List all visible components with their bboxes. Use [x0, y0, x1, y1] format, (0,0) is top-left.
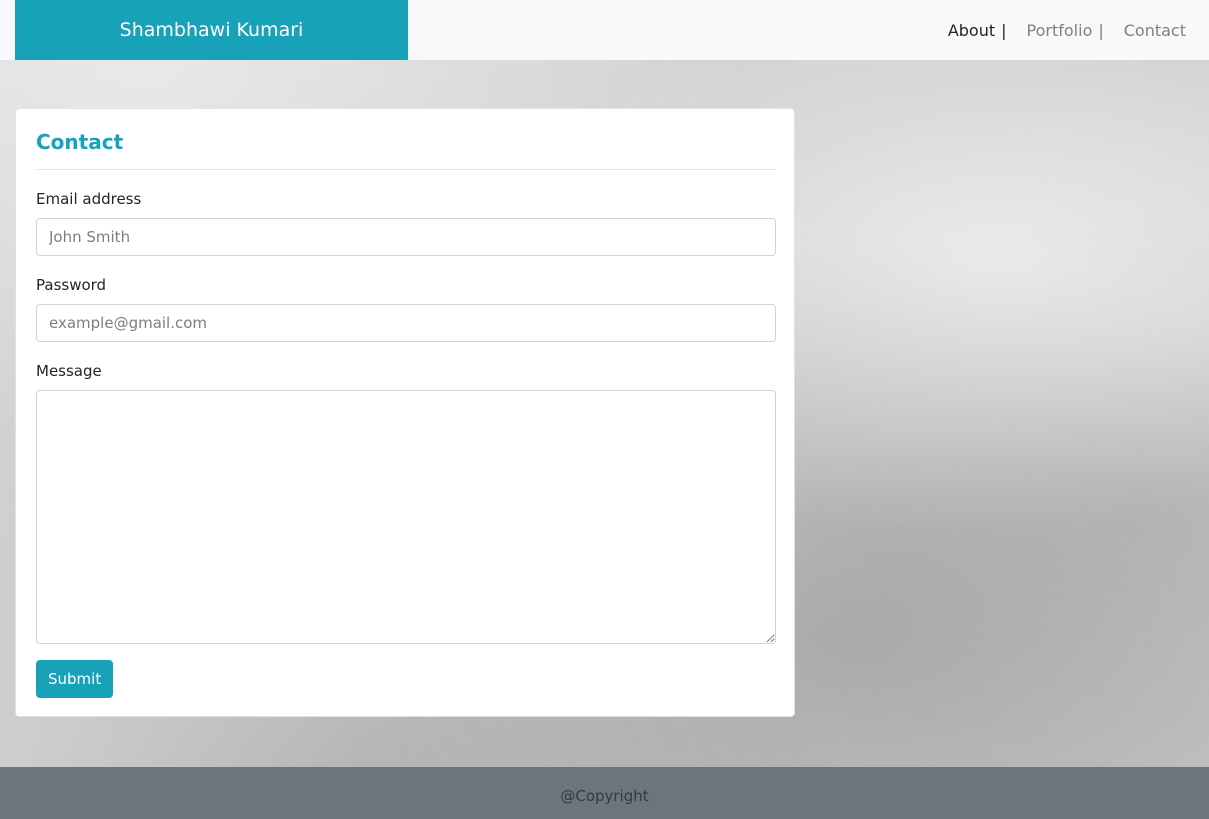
password-field[interactable] — [36, 304, 776, 342]
nav-link-contact[interactable]: Contact — [1124, 21, 1186, 40]
nav-link-about[interactable]: About — [948, 21, 995, 40]
copyright-text: @Copyright — [560, 787, 649, 805]
nav-link-portfolio[interactable]: Portfolio — [1027, 21, 1093, 40]
footer: @Copyright — [0, 767, 1209, 819]
email-field[interactable] — [36, 218, 776, 256]
nav-separator: | — [1001, 20, 1007, 40]
message-textarea[interactable] — [36, 390, 776, 644]
nav-separator: | — [1098, 20, 1104, 40]
message-label: Message — [36, 362, 102, 380]
email-label: Email address — [36, 190, 142, 208]
title-divider — [36, 169, 776, 170]
contact-title: Contact — [36, 130, 124, 154]
navbar: Shambhawi Kumari About | Portfolio | Con… — [0, 0, 1209, 60]
contact-card: Contact Email address Password Message S… — [15, 108, 795, 717]
submit-button[interactable]: Submit — [36, 660, 114, 698]
password-label: Password — [36, 276, 107, 294]
brand-name[interactable]: Shambhawi Kumari — [15, 0, 408, 60]
nav-links: About | Portfolio | Contact — [948, 0, 1186, 60]
